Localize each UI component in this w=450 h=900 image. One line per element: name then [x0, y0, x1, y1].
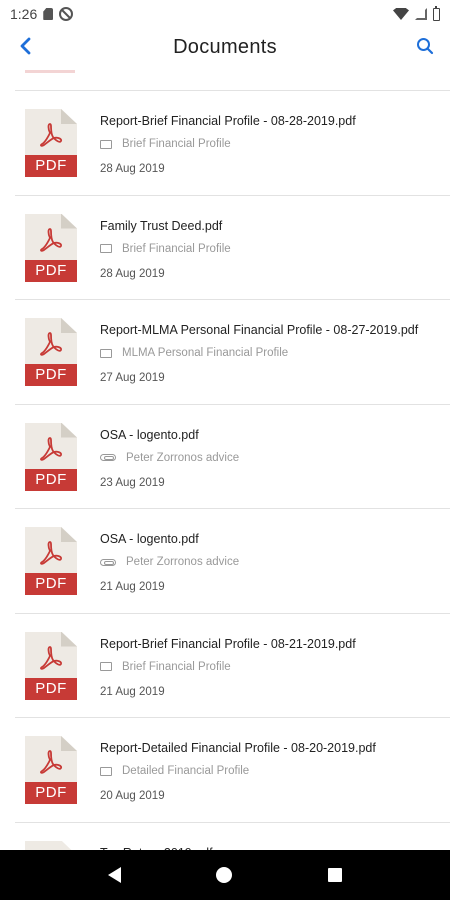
- pdf-badge: PDF: [25, 782, 77, 804]
- document-title: Report-Brief Financial Profile - 08-28-2…: [100, 114, 356, 128]
- document-date: 23 Aug 2019: [100, 476, 165, 489]
- status-right: [393, 5, 440, 21]
- document-folder-label: Brief Financial Profile: [122, 660, 231, 673]
- pdf-badge: PDF: [25, 677, 77, 700]
- back-button[interactable]: [12, 31, 40, 61]
- pdf-file-icon: [25, 840, 77, 850]
- wifi-icon: [393, 8, 409, 20]
- document-folder: Peter Zorronos advice: [100, 556, 239, 568]
- document-folder-label: Detailed Financial Profile: [122, 765, 250, 777]
- document-title: OSA - logento.pdf: [100, 427, 199, 442]
- document-folder-label: Peter Zorronos advice: [126, 451, 240, 464]
- pdf-file-icon: PDF: [25, 318, 77, 386]
- nav-home-icon[interactable]: [216, 867, 233, 883]
- document-folder-label: Peter Zorronos advice: [126, 556, 240, 568]
- document-row[interactable]: PDF Report-Brief Financial Profile - 08-…: [15, 91, 450, 196]
- document-date: 20 Aug 2019: [100, 790, 165, 802]
- document-row[interactable]: PDF Report-Detailed Financial Profile - …: [15, 718, 450, 823]
- pdf-page-shape: [25, 840, 77, 850]
- pdf-file-icon: PDF: [25, 213, 77, 282]
- document-row[interactable]: PDF Report-MLMA Personal Financial Profi…: [15, 300, 450, 405]
- search-icon: [417, 38, 434, 55]
- search-button[interactable]: [412, 33, 438, 59]
- paperclip-icon: [100, 454, 116, 461]
- document-row[interactable]: PDF Family Trust Deed.pdf Brief Financia…: [15, 196, 450, 300]
- document-folder-label: MLMA Personal Financial Profile: [122, 347, 289, 359]
- acrobat-logo-icon: [40, 436, 63, 461]
- document-date: 27 Aug 2019: [100, 372, 165, 384]
- document-title: Family Trust Deed.pdf: [100, 218, 223, 233]
- document-row[interactable]: PDF Report-Brief Financial Profile - 08-…: [15, 614, 450, 718]
- status-time: 1:26: [10, 6, 38, 22]
- pdf-badge: PDF: [25, 364, 77, 386]
- previous-row-stub: [15, 66, 450, 91]
- document-date: 28 Aug 2019: [100, 163, 165, 175]
- chevron-left-icon: [20, 37, 31, 55]
- pdf-badge: PDF: [25, 468, 77, 491]
- document-row[interactable]: PDF OSA - logento.pdf Peter Zorronos adv…: [15, 405, 450, 509]
- acrobat-logo-icon: [40, 750, 63, 774]
- document-folder-label: Brief Financial Profile: [122, 138, 231, 150]
- app-header: Documents: [0, 28, 450, 66]
- signal-icon: [415, 8, 427, 20]
- nav-recent-apps-icon[interactable]: [328, 868, 343, 882]
- battery-icon: [433, 5, 440, 21]
- folder-icon: [100, 244, 112, 253]
- sd-card-icon: [43, 8, 54, 20]
- pdf-badge: PDF: [25, 573, 77, 595]
- folder-icon: [100, 766, 112, 776]
- status-left: 1:26: [10, 6, 74, 22]
- document-folder: MLMA Personal Financial Profile: [100, 347, 288, 359]
- pdf-badge: PDF: [25, 259, 77, 282]
- document-folder: Brief Financial Profile: [100, 138, 231, 150]
- document-title: Report-MLMA Personal Financial Profile -…: [100, 323, 419, 337]
- document-row-partial[interactable]: Tax Return 2019.pdf: [15, 823, 450, 850]
- do-not-disturb-icon: [59, 7, 74, 21]
- document-folder: Detailed Financial Profile: [100, 765, 249, 777]
- page-title: Documents: [173, 35, 277, 58]
- paperclip-icon: [100, 558, 116, 566]
- folder-icon: [100, 139, 112, 149]
- pdf-file-icon: PDF: [25, 527, 77, 595]
- document-folder: Brief Financial Profile: [100, 661, 231, 673]
- document-list[interactable]: PDF Report-Brief Financial Profile - 08-…: [15, 66, 450, 850]
- document-folder: Peter Zorronos advice: [100, 452, 239, 464]
- pdf-file-icon: PDF: [25, 736, 77, 804]
- document-date: 21 Aug 2019: [100, 581, 165, 593]
- pdf-badge: PDF: [25, 155, 77, 177]
- document-folder-label: Brief Financial Profile: [122, 242, 231, 255]
- document-date: 21 Aug 2019: [100, 685, 165, 698]
- document-row[interactable]: PDF OSA - logento.pdf Peter Zorronos adv…: [15, 509, 450, 614]
- acrobat-logo-icon: [40, 227, 63, 252]
- pdf-file-icon: PDF: [25, 109, 77, 177]
- document-date: 28 Aug 2019: [100, 267, 165, 280]
- pdf-file-icon: PDF: [25, 631, 77, 700]
- folder-icon: [100, 348, 112, 358]
- acrobat-logo-icon: [40, 541, 63, 565]
- acrobat-logo-icon: [40, 123, 63, 147]
- document-folder: Brief Financial Profile: [100, 243, 231, 255]
- acrobat-logo-icon: [40, 332, 63, 356]
- document-title: Report-Detailed Financial Profile - 08-2…: [100, 741, 376, 755]
- navigation-bar: [0, 850, 450, 900]
- document-title: OSA - logento.pdf: [100, 532, 199, 546]
- pdf-file-icon: PDF: [25, 422, 77, 491]
- acrobat-logo-icon: [40, 645, 63, 670]
- nav-back-icon[interactable]: [107, 867, 121, 883]
- status-bar: 1:26: [0, 0, 450, 28]
- document-title: Report-Brief Financial Profile - 08-21-2…: [100, 636, 356, 651]
- folder-icon: [100, 662, 112, 671]
